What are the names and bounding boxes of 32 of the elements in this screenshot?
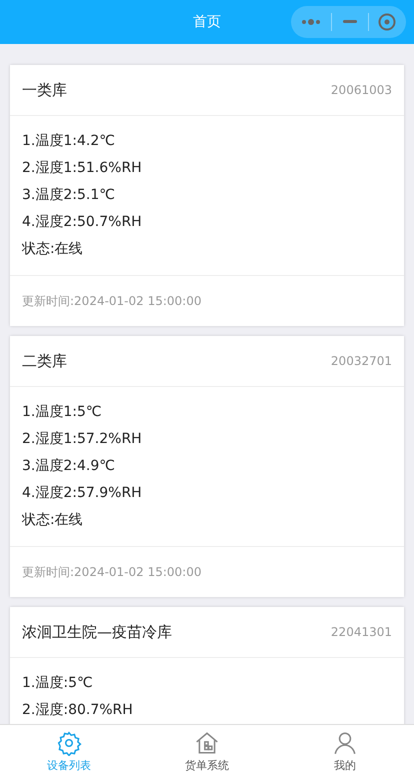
dots-icon	[301, 19, 321, 25]
reading-text: 3.温度2:5.1℃	[22, 186, 116, 205]
device-code: 20061003	[330, 82, 392, 99]
reading-text: 2.湿度1:57.2%RH	[22, 430, 143, 449]
device-code: 20032701	[330, 353, 392, 370]
device-name: 一类库	[22, 80, 67, 101]
reading-text: 4.湿度2:57.9%RH	[22, 484, 143, 503]
person-icon	[332, 730, 358, 756]
target-icon	[378, 13, 396, 31]
device-code: 22041301	[330, 624, 392, 641]
device-name: 浓洄卫生院—疫苗冷库	[22, 622, 172, 643]
tab-item[interactable]: 我的	[276, 725, 414, 780]
device-card[interactable]: 浓洄卫生院—疫苗冷库 22041301 1.温度:5℃ 2.湿度:80.7%RH	[10, 607, 404, 724]
update-time: 更新时间:2024-01-02 15:00:00	[22, 293, 202, 310]
reading-text: 2.湿度:80.7%RH	[22, 701, 134, 720]
reading-text: 2.湿度1:51.6%RH	[22, 159, 143, 178]
reading-text: 状态:在线	[22, 240, 84, 259]
reading-text: 3.温度2:4.9℃	[22, 457, 116, 476]
device-card[interactable]: 一类库 20061003 1.温度1:4.2℃ 2.湿度1:51.6%RH 3.温度2:5.1℃ 4.湿度2:50.7%RH 状态:在线 更新时间:2024-01-02 15:00:00	[10, 65, 404, 326]
reading-text: 状态:在线	[22, 511, 84, 530]
device-name: 二类库	[22, 350, 67, 372]
gear-icon	[56, 730, 82, 756]
reading-text: 1.温度1:4.2℃	[22, 132, 116, 151]
reading-text: 4.湿度2:50.7%RH	[22, 213, 143, 232]
house-icon	[194, 730, 220, 756]
reading-text: 1.温度1:5℃	[22, 403, 103, 422]
minus-icon	[343, 20, 357, 24]
tab-item[interactable]: 货单系统	[138, 725, 276, 780]
reading-text: 1.温度:5℃	[22, 674, 94, 693]
update-time: 更新时间:2024-01-02 15:00:00	[22, 564, 202, 581]
page-title: 首页	[193, 12, 221, 32]
device-card[interactable]: 二类库 20032701 1.温度1:5℃ 2.湿度1:57.2%RH 3.温度2:4.9℃ 4.湿度2:57.9%RH 状态:在线 更新时间:2024-01-02 15:00:00	[10, 336, 404, 597]
